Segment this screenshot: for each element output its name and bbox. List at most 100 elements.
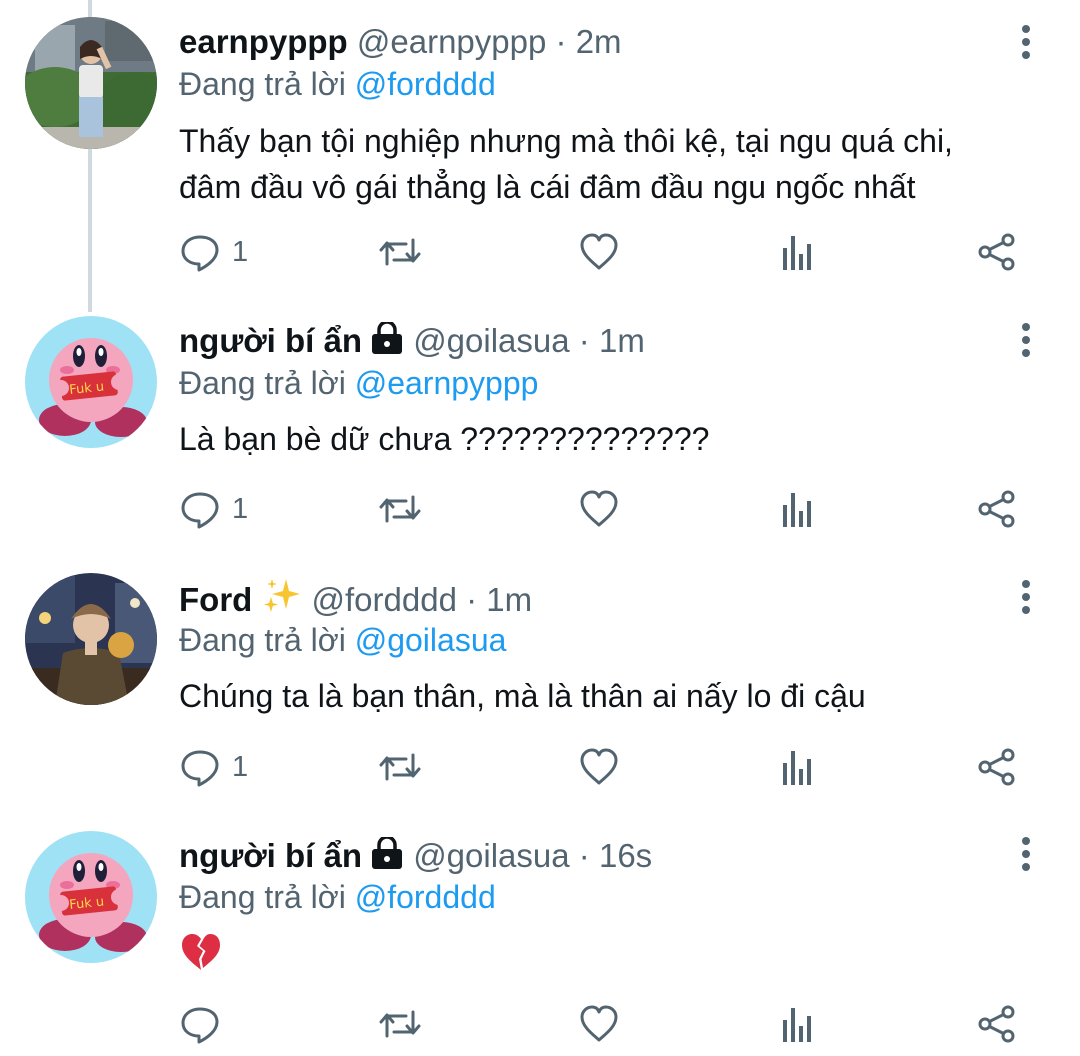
- replying-to-label: Đang trả lời: [179, 365, 346, 401]
- mention-link[interactable]: @earnpyppp: [355, 365, 539, 401]
- display-name[interactable]: earnpyppp: [179, 23, 348, 60]
- broken-heart-icon: [182, 934, 220, 970]
- analytics-button[interactable]: [780, 742, 816, 792]
- user-handle[interactable]: @earnpyppp: [357, 23, 546, 60]
- tweet-text-line: Chúng ta là bạn thân, mà là thân ai nấy …: [179, 678, 866, 714]
- more-vertical-icon: [1022, 323, 1030, 357]
- separator-dot: ·: [578, 322, 590, 359]
- reply-icon: [181, 750, 219, 787]
- more-options-button[interactable]: [1012, 836, 1040, 872]
- display-name[interactable]: Ford: [179, 581, 252, 618]
- tweet-header: Ford @fordddd · 1m: [179, 577, 532, 620]
- like-button[interactable]: [579, 742, 619, 792]
- analytics-icon: [783, 236, 811, 270]
- reply-button[interactable]: 1: [180, 742, 248, 792]
- reply-button[interactable]: [180, 999, 232, 1049]
- broken-heart-emoji: [180, 932, 222, 977]
- separator-dot: ·: [578, 837, 590, 874]
- mention-link[interactable]: @fordddd: [355, 66, 496, 102]
- more-vertical-icon: [1022, 580, 1030, 614]
- separator-dot: ·: [555, 23, 567, 60]
- share-button[interactable]: [977, 227, 1017, 277]
- tweet-header: earnpyppp @earnpyppp · 2m: [179, 22, 622, 62]
- reply-count: 1: [232, 235, 249, 268]
- tweet-text: Là bạn bè dữ chưa ??????????????: [179, 416, 1049, 462]
- reply-count: 1: [232, 492, 249, 525]
- tweet-text: Thấy bạn tội nghiệp nhưng mà thôi kệ, tạ…: [179, 118, 1049, 210]
- lock-icon: [372, 322, 403, 354]
- user-handle[interactable]: @goilasua: [413, 837, 569, 874]
- tweet-header: người bí ẩn @goilasua · 1m: [179, 321, 645, 361]
- more-vertical-icon: [1022, 25, 1030, 59]
- replying-to: Đang trả lời @fordddd: [179, 64, 496, 104]
- retweet-button[interactable]: [378, 999, 422, 1049]
- tweet-header: người bí ẩn @goilasua · 16s: [179, 836, 652, 876]
- retweet-button[interactable]: [378, 227, 422, 277]
- mention-link[interactable]: @goilasua: [355, 622, 507, 658]
- avatar[interactable]: [25, 573, 157, 705]
- analytics-button[interactable]: [780, 227, 816, 277]
- replying-to: Đang trả lời @earnpyppp: [179, 363, 538, 403]
- retweet-button[interactable]: [378, 742, 422, 792]
- retweet-icon: [379, 1010, 421, 1038]
- tweet-actions: 1: [0, 227, 1080, 277]
- avatar[interactable]: Fuk u: [25, 831, 157, 963]
- reply-button[interactable]: 1: [180, 484, 248, 534]
- sparkles-icon: [264, 579, 301, 612]
- heart-icon: [580, 1005, 618, 1042]
- kirby-avatar: Fuk u: [25, 316, 157, 448]
- reply-count: 1: [232, 750, 249, 783]
- replying-to: Đang trả lời @goilasua: [179, 620, 506, 660]
- share-icon: [978, 748, 1015, 786]
- more-options-button[interactable]: [1012, 24, 1040, 60]
- share-button[interactable]: [977, 999, 1017, 1049]
- retweet-icon: [379, 753, 421, 781]
- user-handle[interactable]: @fordddd: [312, 581, 457, 618]
- display-name[interactable]: người bí ẩn: [179, 322, 362, 359]
- separator-dot: ·: [466, 581, 478, 618]
- like-button[interactable]: [579, 484, 619, 534]
- like-button[interactable]: [579, 227, 619, 277]
- avatar[interactable]: Fuk u: [25, 316, 157, 448]
- tweet-text-line: đâm đầu vô gái thẳng là cái đâm đầu ngu …: [179, 169, 916, 205]
- analytics-icon: [783, 1008, 811, 1042]
- more-options-button[interactable]: [1012, 322, 1040, 358]
- share-icon: [978, 490, 1015, 528]
- timestamp[interactable]: 2m: [576, 23, 622, 60]
- analytics-button[interactable]: [780, 484, 816, 534]
- reply-icon: [181, 1007, 219, 1044]
- replying-to-label: Đang trả lời: [179, 66, 346, 102]
- more-vertical-icon: [1022, 837, 1030, 871]
- mention-link[interactable]: @fordddd: [355, 879, 496, 915]
- kirby-avatar: Fuk u: [25, 831, 157, 963]
- more-options-button[interactable]: [1012, 579, 1040, 615]
- timestamp[interactable]: 1m: [599, 322, 645, 359]
- tweet-text: Chúng ta là bạn thân, mà là thân ai nấy …: [179, 673, 1049, 719]
- display-name[interactable]: người bí ẩn: [179, 837, 362, 874]
- tweet-actions: [0, 999, 1080, 1049]
- reply-button[interactable]: 1: [180, 227, 248, 277]
- analytics-button[interactable]: [780, 999, 816, 1049]
- retweet-icon: [379, 238, 421, 266]
- avatar[interactable]: [25, 17, 157, 149]
- reply-icon: [181, 235, 219, 272]
- share-button[interactable]: [977, 742, 1017, 792]
- analytics-icon: [783, 751, 811, 785]
- heart-icon: [580, 490, 618, 527]
- tweet-text-line: Là bạn bè dữ chưa ??????????????: [179, 421, 710, 457]
- share-button[interactable]: [977, 484, 1017, 534]
- replying-to-label: Đang trả lời: [179, 879, 346, 915]
- reply-icon: [181, 492, 219, 529]
- heart-icon: [580, 748, 618, 785]
- replying-to-label: Đang trả lời: [179, 622, 346, 658]
- replying-to: Đang trả lời @fordddd: [179, 877, 496, 917]
- retweet-button[interactable]: [378, 484, 422, 534]
- timestamp[interactable]: 16s: [599, 837, 652, 874]
- timestamp[interactable]: 1m: [486, 581, 532, 618]
- tweet-actions: 1: [0, 484, 1080, 534]
- like-button[interactable]: [579, 999, 619, 1049]
- user-handle[interactable]: @goilasua: [413, 322, 569, 359]
- photo-man-avatar: [25, 573, 157, 705]
- lock-icon: [372, 837, 403, 869]
- share-icon: [978, 233, 1015, 271]
